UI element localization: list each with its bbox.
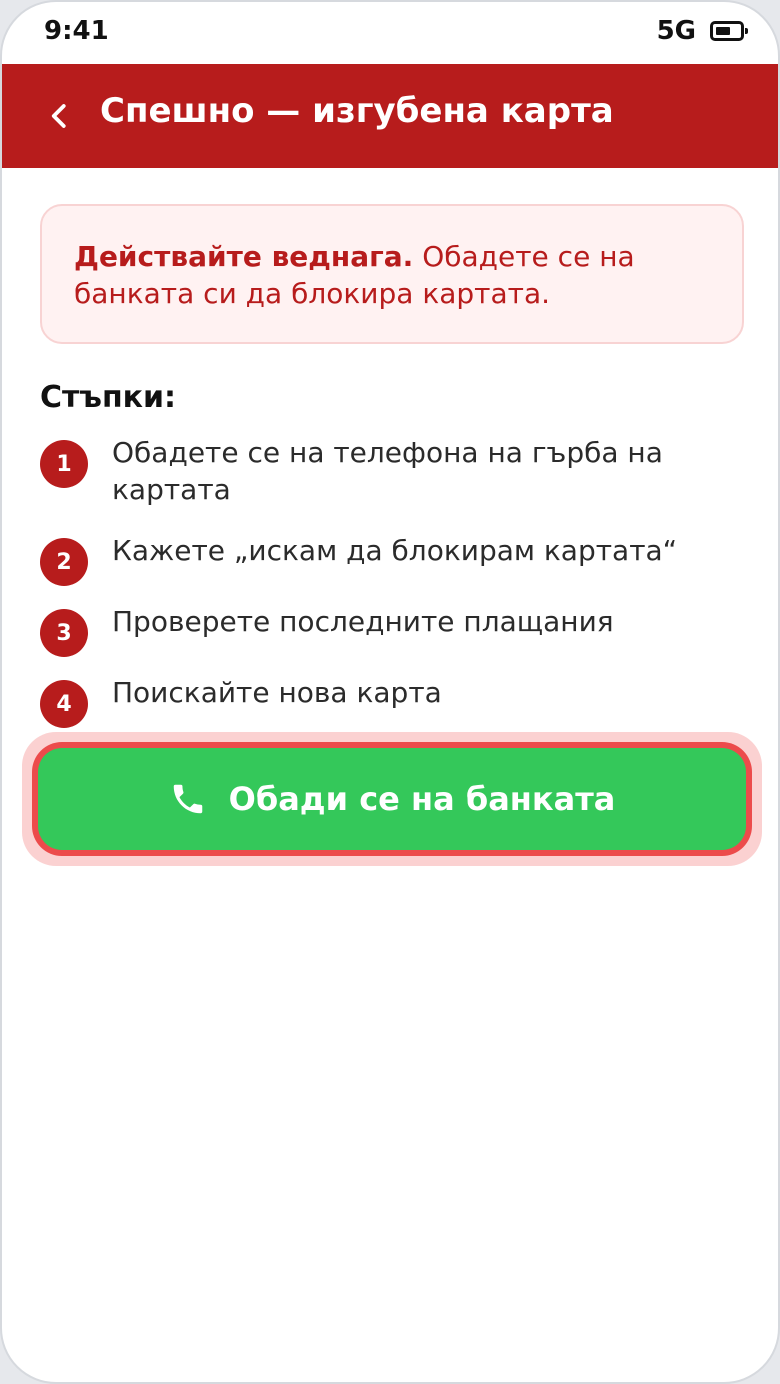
step-number-badge: 1	[40, 440, 88, 488]
step-number-badge: 3	[40, 609, 88, 657]
alert-box: Действайте веднага. Обадете се на банкат…	[40, 204, 744, 344]
call-bank-button[interactable]: Обади се на банката	[32, 742, 752, 856]
steps-heading: Стъпки:	[40, 380, 177, 415]
step-text: Проверете последните плащания	[112, 605, 614, 638]
step-text: Поискайте нова карта	[112, 676, 442, 709]
page-title: Спешно — изгубена карта	[100, 91, 614, 131]
app-header: Спешно — изгубена карта	[2, 64, 778, 168]
alert-bold-text: Действайте веднага.	[74, 240, 414, 273]
step-number-badge: 4	[40, 680, 88, 728]
phone-icon	[173, 784, 202, 814]
battery-icon	[710, 21, 748, 41]
chevron-left-icon	[51, 104, 66, 128]
step-number-badge: 2	[40, 538, 88, 586]
status-bar: 9:41 5G	[2, 2, 778, 64]
phone-screen: 9:41 5G Спешно — изгубена карта Действай…	[0, 0, 780, 1384]
network-label: 5G	[656, 16, 696, 46]
step-text: Обадете се на телефона на гърба на карта…	[112, 436, 663, 506]
back-button[interactable]	[30, 86, 90, 146]
status-indicators: 5G	[656, 16, 748, 46]
call-button-label: Обади се на банката	[228, 780, 616, 818]
step-text: Кажете „искам да блокирам картата“	[112, 534, 678, 567]
status-time: 9:41	[44, 16, 109, 46]
